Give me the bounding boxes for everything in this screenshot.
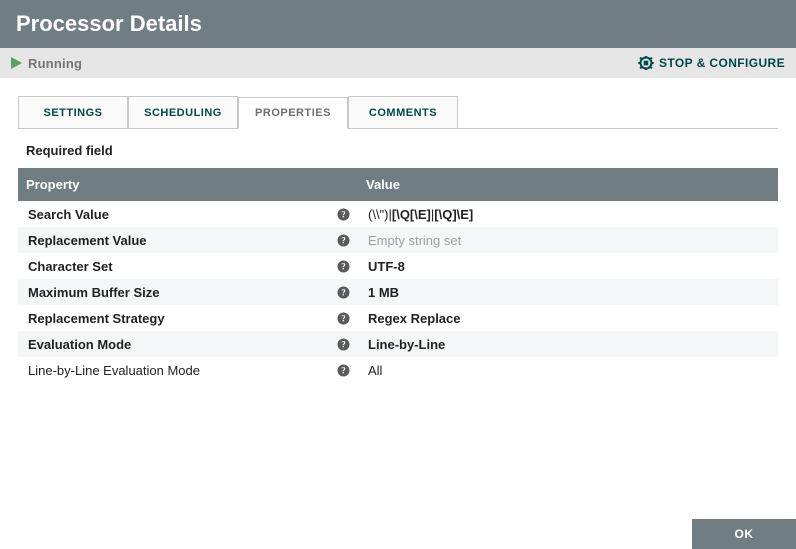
ok-button-label: OK xyxy=(735,527,754,541)
tab-comments[interactable]: COMMENTS xyxy=(348,96,458,128)
properties-table: Property Value Search Value? (\\")|[\Q[\E… xyxy=(18,168,778,383)
property-value: (\\")|[\Q[\E]|[\Q]\E] xyxy=(368,207,473,222)
help-icon[interactable]: ? xyxy=(337,312,350,325)
property-name-cell: Evaluation Mode? xyxy=(28,337,350,352)
help-icon[interactable]: ? xyxy=(337,338,350,351)
property-name-cell: Search Value? xyxy=(28,207,350,222)
svg-text:?: ? xyxy=(341,235,346,245)
tab-properties[interactable]: PROPERTIES xyxy=(238,97,348,129)
property-name: Search Value xyxy=(28,207,109,222)
property-name-cell: Character Set? xyxy=(28,259,350,274)
header-extra xyxy=(696,168,778,201)
property-name-cell: Replacement Value? xyxy=(28,233,350,248)
property-row[interactable]: Maximum Buffer Size? 1 MB xyxy=(18,279,778,305)
help-icon[interactable]: ? xyxy=(337,286,350,299)
gear-stop-icon xyxy=(638,56,654,70)
stop-configure-label: STOP & CONFIGURE xyxy=(659,56,785,70)
property-extra-cell xyxy=(696,279,778,305)
property-extra-cell xyxy=(696,305,778,331)
status-label: Running xyxy=(28,56,82,71)
running-icon xyxy=(11,57,22,69)
svg-text:?: ? xyxy=(341,365,346,375)
property-name: Replacement Strategy xyxy=(28,311,165,326)
property-row[interactable]: Evaluation Mode? Line-by-Line xyxy=(18,331,778,357)
property-value: 1 MB xyxy=(368,285,399,300)
help-icon[interactable]: ? xyxy=(337,208,350,221)
property-name-cell: Maximum Buffer Size? xyxy=(28,285,350,300)
svg-text:?: ? xyxy=(341,287,346,297)
property-name: Maximum Buffer Size xyxy=(28,285,159,300)
tab-bar: SETTINGSSCHEDULINGPROPERTIESCOMMENTS xyxy=(18,96,778,129)
property-name: Character Set xyxy=(28,259,113,274)
svg-text:?: ? xyxy=(341,313,346,323)
svg-text:?: ? xyxy=(341,339,346,349)
ok-button[interactable]: OK xyxy=(692,519,796,549)
tab-scheduling[interactable]: SCHEDULING xyxy=(128,96,238,128)
table-header-row: Property Value xyxy=(18,168,778,201)
property-name: Line-by-Line Evaluation Mode xyxy=(28,363,200,378)
help-icon[interactable]: ? xyxy=(337,234,350,247)
required-field-label: Required field xyxy=(26,143,778,158)
property-name-cell: Line-by-Line Evaluation Mode? xyxy=(28,363,350,378)
status-bar: Running STOP & CONFIGURE xyxy=(0,48,796,78)
help-icon[interactable]: ? xyxy=(337,364,350,377)
property-extra-cell xyxy=(696,357,778,383)
svg-text:?: ? xyxy=(341,261,346,271)
property-name-cell: Replacement Strategy? xyxy=(28,311,350,326)
property-extra-cell xyxy=(696,253,778,279)
help-icon[interactable]: ? xyxy=(337,260,350,273)
property-value: All xyxy=(368,363,382,378)
property-value: UTF-8 xyxy=(368,259,405,274)
header-value: Value xyxy=(358,168,696,201)
tab-settings[interactable]: SETTINGS xyxy=(18,96,128,128)
header-property: Property xyxy=(18,168,358,201)
status-left: Running xyxy=(11,56,82,71)
property-value: Empty string set xyxy=(368,233,461,248)
property-name: Replacement Value xyxy=(28,233,147,248)
property-row[interactable]: Replacement Strategy? Regex Replace xyxy=(18,305,778,331)
dialog-header: Processor Details xyxy=(0,0,796,48)
property-value: Line-by-Line xyxy=(368,337,445,352)
property-name: Evaluation Mode xyxy=(28,337,131,352)
property-value: Regex Replace xyxy=(368,311,461,326)
stop-configure-button[interactable]: STOP & CONFIGURE xyxy=(638,56,785,70)
property-extra-cell xyxy=(696,331,778,357)
property-row[interactable]: Search Value? (\\")|[\Q[\E]|[\Q]\E] xyxy=(18,201,778,227)
property-row[interactable]: Character Set? UTF-8 xyxy=(18,253,778,279)
property-extra-cell xyxy=(696,201,778,227)
dialog-title: Processor Details xyxy=(16,11,202,37)
property-row[interactable]: Replacement Value? Empty string set xyxy=(18,227,778,253)
property-row[interactable]: Line-by-Line Evaluation Mode? All xyxy=(18,357,778,383)
property-extra-cell xyxy=(696,227,778,253)
svg-text:?: ? xyxy=(341,209,346,219)
